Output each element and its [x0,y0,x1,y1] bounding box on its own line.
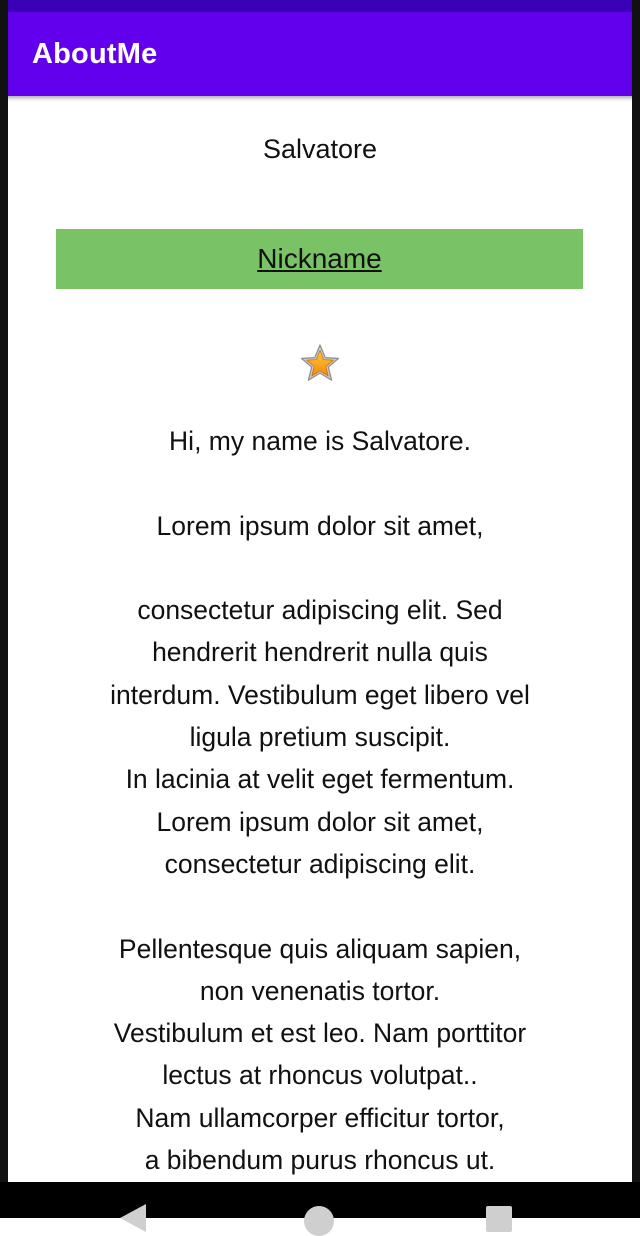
app-screen: AboutMe Salvatore Nickname Hi, my name i… [0,0,640,1236]
main-content[interactable]: Salvatore Nickname Hi, my name is Salvat… [8,96,632,1182]
star-icon [300,344,340,381]
recents-square-icon[interactable] [486,1206,512,1232]
back-triangle-icon[interactable] [120,1204,146,1232]
screen-edge-left [0,0,8,1218]
navigation-bar [0,1182,640,1236]
nickname-button[interactable]: Nickname [56,229,583,289]
screen-edge-right [632,0,640,1218]
name-text: Salvatore [262,134,378,164]
app-title: AboutMe [32,38,158,70]
nickname-button-label: Nickname [257,243,382,274]
home-circle-icon[interactable] [304,1206,334,1236]
app-bar: AboutMe [0,12,640,96]
status-bar [0,0,640,12]
bio-text: Hi, my name is Salvatore. Lorem ipsum do… [110,426,530,1176]
